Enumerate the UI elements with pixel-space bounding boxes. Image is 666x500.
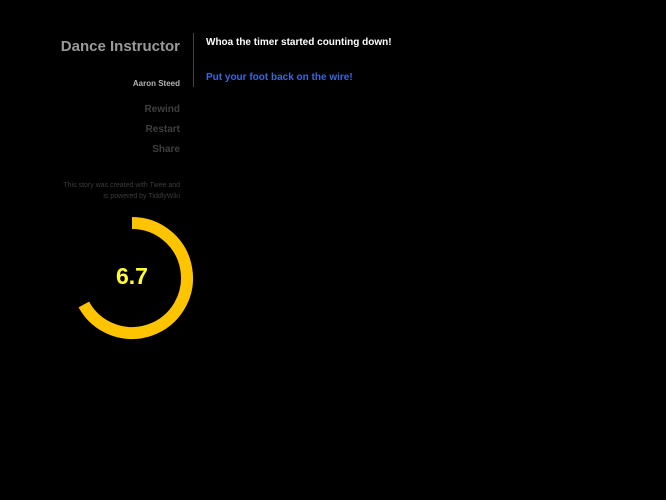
passage-link[interactable]: Put your foot back on the wire! xyxy=(206,71,353,84)
timer-value: 6.7 xyxy=(116,263,148,289)
sidebar-divider xyxy=(193,33,194,87)
sidebar-menu: Rewind Restart Share xyxy=(0,104,180,164)
rewind-button[interactable]: Rewind xyxy=(0,104,180,124)
countdown-timer: 6.7 xyxy=(75,217,195,341)
passage: Whoa the timer started counting down! Pu… xyxy=(206,36,646,85)
timer-ring-svg: 6.7 xyxy=(78,217,193,339)
story-author: Aaron Steed xyxy=(132,79,180,88)
story-title: Dance Instructor xyxy=(60,38,180,55)
passage-text: Whoa the timer started counting down! xyxy=(206,37,392,48)
credits-text: This story was created with Twee and is … xyxy=(63,182,180,200)
share-button[interactable]: Share xyxy=(0,144,180,164)
restart-button[interactable]: Restart xyxy=(0,124,180,144)
